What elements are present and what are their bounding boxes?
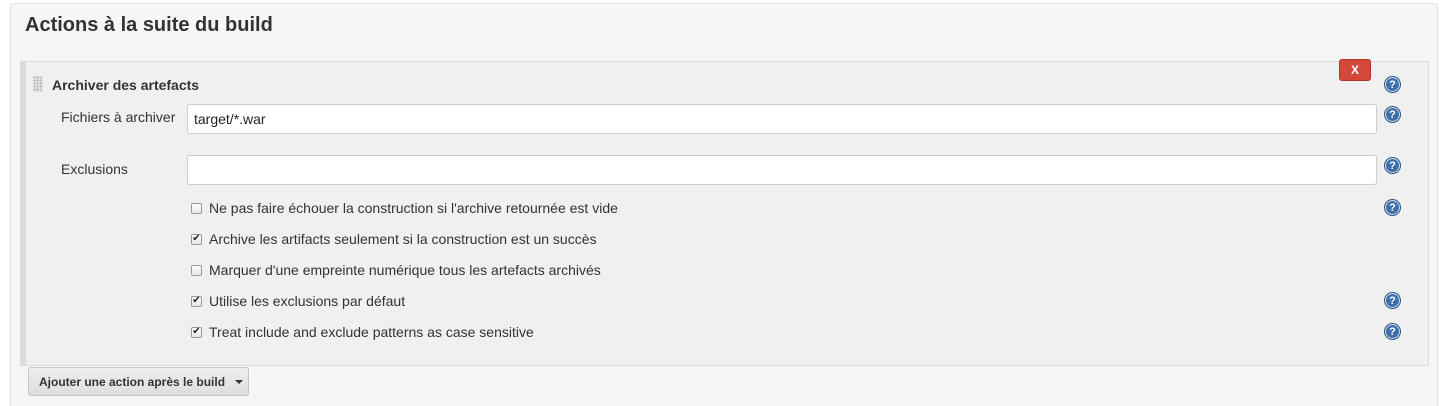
help-icon[interactable]: ? [1384,292,1401,309]
help-icon[interactable]: ? [1384,323,1401,340]
allow-empty-archive-checkbox[interactable] [191,202,202,214]
add-post-build-action-button[interactable]: Ajouter une action après le build [28,367,249,396]
archive-artifacts-step: Archiver des artefacts X ? Fichiers à ar… [20,59,1429,366]
allow-empty-archive-option[interactable]: Ne pas faire échouer la construction si … [191,200,618,216]
excludes-input[interactable] [187,155,1377,185]
delete-step-button[interactable]: X [1339,59,1371,81]
case-sensitive-option[interactable]: ✔ Treat include and exclude patterns as … [191,324,534,340]
checkbox-label: Utilise les exclusions par défaut [209,293,406,309]
checkmark-icon: ✔ [192,326,201,337]
add-action-label: Ajouter une action après le build [39,374,226,389]
default-excludes-checkbox[interactable]: ✔ [191,295,202,307]
help-icon[interactable]: ? [1384,106,1401,123]
post-build-section: Actions à la suite du build Archiver des… [10,3,1438,406]
files-to-archive-input[interactable] [187,104,1377,134]
help-icon[interactable]: ? [1384,76,1401,93]
chevron-down-icon [235,379,244,384]
checkbox-label: Treat include and exclude patterns as ca… [209,324,534,340]
fingerprint-checkbox[interactable] [191,264,202,276]
files-label: Fichiers à archiver [61,109,176,125]
checkmark-icon: ✔ [192,233,201,244]
checkbox-label: Ne pas faire échouer la construction si … [209,200,618,216]
only-if-successful-checkbox[interactable]: ✔ [191,233,202,245]
section-title: Actions à la suite du build [25,14,273,36]
drag-handle-icon[interactable] [33,76,43,92]
checkbox-label: Marquer d'une empreinte numérique tous l… [209,262,601,278]
step-title: Archiver des artefacts [52,77,200,93]
case-sensitive-checkbox[interactable]: ✔ [191,326,202,338]
help-icon[interactable]: ? [1384,199,1401,216]
help-icon[interactable]: ? [1384,157,1401,174]
checkmark-icon: ✔ [192,295,201,306]
fingerprint-option[interactable]: Marquer d'une empreinte numérique tous l… [191,262,601,278]
excludes-label: Exclusions [61,161,128,177]
checkbox-label: Archive les artifacts seulement si la co… [209,231,597,247]
only-if-successful-option[interactable]: ✔ Archive les artifacts seulement si la … [191,231,597,247]
default-excludes-option[interactable]: ✔ Utilise les exclusions par défaut [191,293,405,309]
